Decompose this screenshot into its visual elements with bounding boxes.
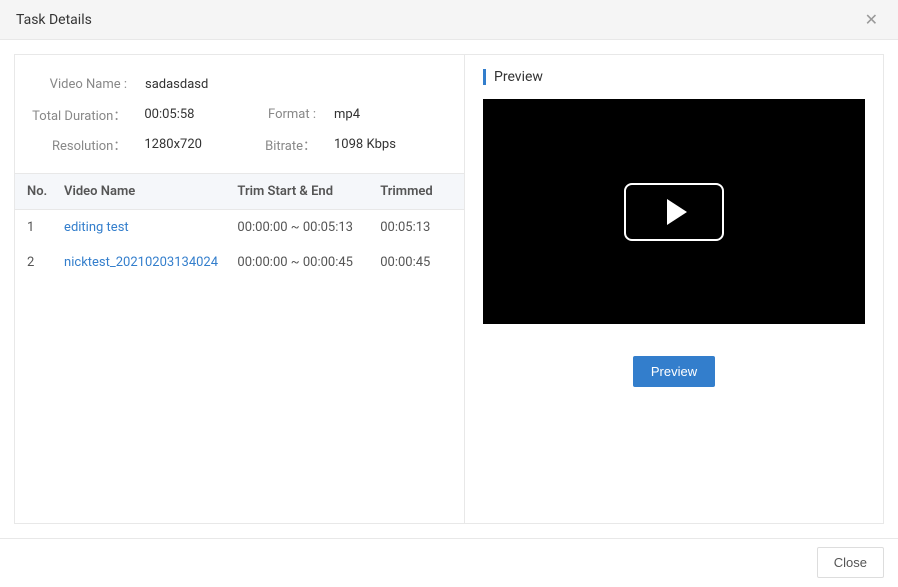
cell-no: 1	[15, 210, 56, 246]
info-block: Video Name : sadasdasd Total Duration： 0…	[15, 55, 464, 173]
cell-trim: 00:00:00 ~ 00:00:45	[229, 245, 372, 280]
right-panel: Preview Preview	[465, 55, 883, 523]
video-name-value: sadasdasd	[145, 77, 265, 92]
info-row-videoname: Video Name : sadasdasd	[25, 69, 454, 99]
table-header-row: No. Video Name Trim Start & End Trimmed	[15, 174, 464, 210]
preview-title: Preview	[483, 69, 865, 85]
preview-button[interactable]: Preview	[633, 356, 715, 387]
left-panel: Video Name : sadasdasd Total Duration： 0…	[15, 55, 465, 523]
clip-link[interactable]: nicktest_20210203134024	[64, 255, 218, 270]
clip-link[interactable]: editing test	[64, 220, 129, 235]
col-name-header: Video Name	[56, 174, 229, 210]
play-icon	[667, 199, 687, 225]
table-row: 1 editing test 00:00:00 ~ 00:05:13 00:05…	[15, 210, 464, 246]
info-row-duration-format: Total Duration： 00:05:58 Format : mp4	[25, 99, 454, 129]
clips-table: No. Video Name Trim Start & End Trimmed …	[15, 173, 464, 280]
col-no-header: No.	[15, 174, 56, 210]
info-row-resolution-bitrate: Resolution： 1280x720 Bitrate： 1098 Kbps	[25, 129, 454, 159]
content-frame: Video Name : sadasdasd Total Duration： 0…	[14, 54, 884, 524]
dialog-title: Task Details	[16, 12, 92, 28]
video-name-label: Video Name :	[25, 77, 145, 92]
cell-trim: 00:00:00 ~ 00:05:13	[229, 210, 372, 246]
video-player[interactable]	[483, 99, 865, 324]
bitrate-value: 1098 Kbps	[334, 137, 454, 152]
dialog-body: Video Name : sadasdasd Total Duration： 0…	[0, 40, 898, 538]
resolution-value: 1280x720	[144, 137, 264, 152]
cell-no: 2	[15, 245, 56, 280]
format-label: Format :	[264, 107, 334, 122]
dialog-footer: Close	[0, 538, 898, 586]
close-button[interactable]: Close	[817, 547, 884, 578]
total-duration-value: 00:05:58	[144, 107, 264, 122]
format-value: mp4	[334, 107, 454, 122]
resolution-label: Resolution：	[25, 135, 144, 154]
play-button[interactable]	[624, 183, 724, 241]
col-trimmed-header: Trimmed	[372, 174, 464, 210]
dialog-header: Task Details ✕	[0, 0, 898, 40]
col-trim-header: Trim Start & End	[229, 174, 372, 210]
cell-trimmed: 00:00:45	[372, 245, 464, 280]
close-icon[interactable]: ✕	[861, 10, 882, 29]
total-duration-label: Total Duration：	[25, 105, 144, 124]
preview-button-row: Preview	[483, 356, 865, 387]
cell-trimmed: 00:05:13	[372, 210, 464, 246]
bitrate-label: Bitrate：	[264, 135, 334, 154]
table-row: 2 nicktest_20210203134024 00:00:00 ~ 00:…	[15, 245, 464, 280]
